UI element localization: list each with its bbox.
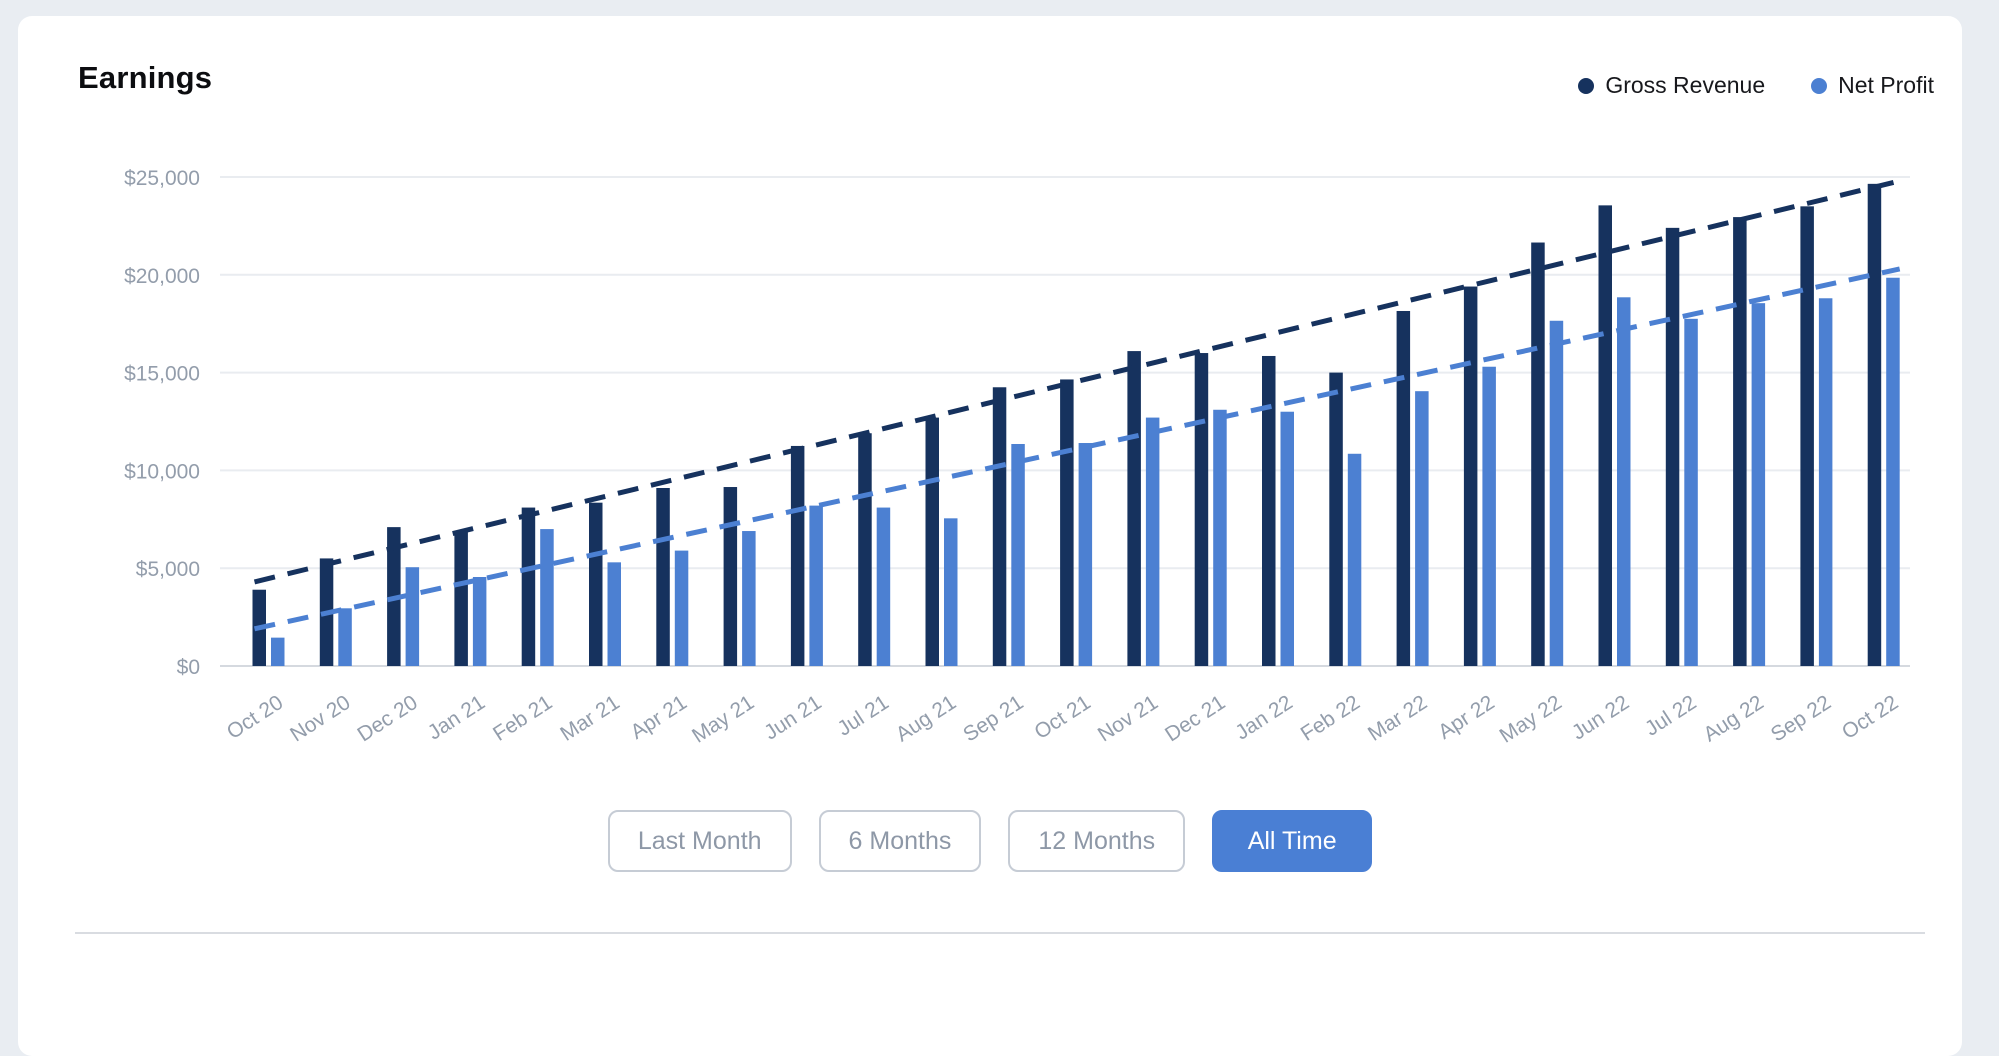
bar-gross-revenue-dec-21[interactable] <box>1195 353 1209 666</box>
six-months-button[interactable]: 6 Months <box>819 810 982 872</box>
bar-gross-revenue-nov-20[interactable] <box>320 558 334 666</box>
bar-gross-revenue-aug-21[interactable] <box>926 418 940 666</box>
x-axis-label: Jul 21 <box>833 691 893 741</box>
bar-gross-revenue-feb-21[interactable] <box>522 508 536 666</box>
bar-gross-revenue-jul-22[interactable] <box>1666 228 1680 666</box>
x-axis-label: Aug 22 <box>1699 691 1767 747</box>
y-axis-label: $0 <box>177 656 200 679</box>
y-axis-label: $25,000 <box>124 167 200 190</box>
legend-item-gross-revenue: Gross Revenue <box>1578 72 1765 99</box>
bar-gross-revenue-sep-21[interactable] <box>993 387 1007 666</box>
x-axis-label: Sep 21 <box>959 691 1027 747</box>
section-divider <box>75 932 1925 934</box>
bar-net-profit-oct-21[interactable] <box>1079 443 1093 666</box>
y-axis-label: $20,000 <box>124 265 200 288</box>
x-axis-label: Mar 21 <box>556 691 623 746</box>
bar-net-profit-jul-22[interactable] <box>1684 319 1698 666</box>
bar-net-profit-jun-22[interactable] <box>1617 297 1631 666</box>
bar-gross-revenue-oct-22[interactable] <box>1868 184 1882 666</box>
bar-net-profit-oct-22[interactable] <box>1886 278 1900 666</box>
bar-gross-revenue-aug-22[interactable] <box>1733 217 1747 666</box>
bar-net-profit-nov-20[interactable] <box>338 608 352 666</box>
chart-legend: Gross Revenue Net Profit <box>1578 72 1934 99</box>
bar-gross-revenue-oct-20[interactable] <box>253 590 267 666</box>
x-axis-label: Jan 22 <box>1231 691 1296 745</box>
bar-net-profit-may-22[interactable] <box>1550 321 1564 666</box>
bar-gross-revenue-may-21[interactable] <box>724 487 738 666</box>
x-axis-label: Feb 21 <box>489 691 556 746</box>
bar-net-profit-jan-21[interactable] <box>473 577 487 666</box>
bar-gross-revenue-nov-21[interactable] <box>1127 351 1141 666</box>
x-axis-label: Jun 22 <box>1568 691 1633 745</box>
bar-gross-revenue-sep-22[interactable] <box>1800 206 1814 666</box>
x-axis-label: Oct 20 <box>223 691 287 744</box>
x-axis-label: Apr 22 <box>1434 691 1498 744</box>
bar-gross-revenue-may-22[interactable] <box>1531 243 1545 666</box>
x-axis-label: Sep 22 <box>1767 691 1835 747</box>
bar-gross-revenue-feb-22[interactable] <box>1329 373 1343 666</box>
bar-net-profit-nov-21[interactable] <box>1146 418 1160 666</box>
x-axis-label: Jan 21 <box>424 691 489 745</box>
legend-item-net-profit: Net Profit <box>1811 72 1934 99</box>
bar-gross-revenue-jun-21[interactable] <box>791 446 805 666</box>
bar-gross-revenue-oct-21[interactable] <box>1060 379 1074 666</box>
x-axis-label: Feb 22 <box>1297 691 1364 746</box>
bar-gross-revenue-jan-21[interactable] <box>454 532 468 666</box>
trendline-net-profit <box>255 269 1900 629</box>
bar-gross-revenue-dec-20[interactable] <box>387 527 401 666</box>
bar-gross-revenue-mar-21[interactable] <box>589 503 603 666</box>
bar-net-profit-oct-20[interactable] <box>271 638 285 666</box>
x-axis-label: Nov 21 <box>1094 691 1162 747</box>
bar-net-profit-jun-21[interactable] <box>809 506 823 666</box>
x-axis-label: Jul 22 <box>1641 691 1701 741</box>
bar-gross-revenue-mar-22[interactable] <box>1397 311 1411 666</box>
bar-net-profit-apr-21[interactable] <box>675 551 689 666</box>
page-title: Earnings <box>78 60 212 96</box>
earnings-bar-chart: $0 $5,000 $10,000 $15,000 $20,000 $25,000 Oct … <box>0 0 1999 950</box>
x-axis-label: Dec 21 <box>1161 691 1229 747</box>
x-axis-label: Mar 22 <box>1364 691 1431 746</box>
bar-net-profit-mar-22[interactable] <box>1415 391 1429 666</box>
x-axis-label: Dec 20 <box>353 691 421 747</box>
bar-net-profit-jan-22[interactable] <box>1281 412 1295 666</box>
bar-net-profit-aug-21[interactable] <box>944 518 958 666</box>
bar-net-profit-sep-22[interactable] <box>1819 298 1833 666</box>
last-month-button[interactable]: Last Month <box>608 810 792 872</box>
bar-gross-revenue-apr-21[interactable] <box>656 488 670 666</box>
time-range-button-group: Last Month 6 Months 12 Months All Time <box>18 810 1962 872</box>
x-axis-label: Jun 21 <box>760 691 825 745</box>
bar-gross-revenue-jul-21[interactable] <box>858 433 872 666</box>
bar-net-profit-feb-22[interactable] <box>1348 454 1362 666</box>
bar-gross-revenue-jun-22[interactable] <box>1599 205 1613 666</box>
bar-net-profit-may-21[interactable] <box>742 531 756 666</box>
bar-gross-revenue-jan-22[interactable] <box>1262 356 1276 666</box>
x-axis-label: May 22 <box>1496 691 1566 748</box>
x-axis-label: Oct 22 <box>1838 691 1902 744</box>
legend-label-net-profit: Net Profit <box>1838 72 1934 99</box>
bar-net-profit-jul-21[interactable] <box>877 508 891 666</box>
bar-net-profit-sep-21[interactable] <box>1011 444 1025 666</box>
gross-revenue-dot-icon <box>1578 78 1594 94</box>
earnings-card: Earnings Gross Revenue Net Profit $0 $5,0… <box>18 16 1962 1056</box>
twelve-months-button[interactable]: 12 Months <box>1008 810 1185 872</box>
trendline-gross-revenue <box>255 181 1900 582</box>
bar-gross-revenue-apr-22[interactable] <box>1464 287 1478 666</box>
all-time-button[interactable]: All Time <box>1212 810 1372 872</box>
x-axis-label: Aug 21 <box>892 691 960 747</box>
bar-net-profit-apr-22[interactable] <box>1482 367 1496 666</box>
x-axis-label: Apr 21 <box>627 691 691 744</box>
legend-label-gross-revenue: Gross Revenue <box>1605 72 1765 99</box>
y-axis-label: $15,000 <box>124 363 200 386</box>
bar-net-profit-mar-21[interactable] <box>608 562 622 666</box>
x-axis-label: Oct 21 <box>1030 691 1094 744</box>
y-axis-label: $5,000 <box>136 558 200 581</box>
x-axis-label: May 21 <box>688 691 758 748</box>
bar-net-profit-aug-22[interactable] <box>1752 303 1766 666</box>
bar-net-profit-dec-21[interactable] <box>1213 410 1227 666</box>
net-profit-dot-icon <box>1811 78 1827 94</box>
bar-net-profit-feb-21[interactable] <box>540 529 554 666</box>
x-axis-label: Nov 20 <box>286 691 354 747</box>
y-axis-label: $10,000 <box>124 460 200 483</box>
bar-net-profit-dec-20[interactable] <box>406 567 420 666</box>
